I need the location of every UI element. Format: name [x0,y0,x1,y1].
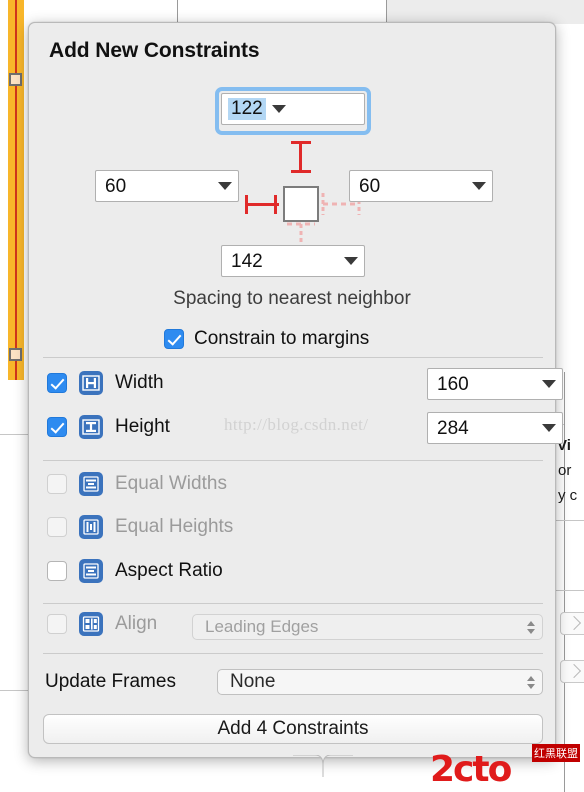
width-label: Width [115,372,164,393]
spacing-right-value: 60 [359,175,381,197]
add-constraints-button[interactable]: Add 4 Constraints [43,714,543,744]
spacing-top-field[interactable]: 122 [221,93,365,125]
align-label: Align [115,613,158,634]
spacing-bottom-dropdown-arrow[interactable] [338,257,364,265]
spacing-top-value: 122 [228,98,266,120]
spacing-top-dropdown-arrow[interactable] [266,105,292,113]
site-watermark-cn: 红黑联盟 [532,744,580,762]
popover-tail [293,755,353,779]
inspector-fragment-two: or [558,462,572,479]
canvas-rule-left-2 [0,690,28,691]
equal-widths-label: Equal Widths [115,473,227,494]
constraint-diagram: 122 60 60 142 [29,23,557,323]
update-frames-popup-value: None [230,671,276,692]
update-frames-label: Update Frames [45,671,176,692]
width-value-field[interactable]: 160 [427,368,563,400]
equal-heights-row[interactable]: Equal Heights [47,515,233,539]
divider-after-spacing [43,357,543,358]
width-dropdown-arrow[interactable] [536,380,562,388]
equal-heights-icon [79,515,103,539]
constraint-line-vertical [15,0,17,380]
spacing-left-dropdown-arrow[interactable] [212,182,238,190]
canvas-rule-left [0,434,28,435]
equal-widths-icon [79,472,103,496]
add-new-constraints-popover: Add New Constraints 122 60 60 142 Spacin… [28,22,563,777]
width-checkbox[interactable] [47,373,67,393]
height-icon [79,415,103,439]
width-icon [79,371,103,395]
site-watermark: 2cto 红黑联盟 [430,742,582,790]
width-value: 160 [437,373,469,395]
spacing-bottom-field[interactable]: 142 [221,245,365,277]
divider-after-size [43,460,543,461]
beam-left-foot [274,195,277,214]
constraint-center-box [283,186,319,222]
height-row[interactable]: Height [47,415,170,439]
spacing-left-value: 60 [105,175,127,197]
spacing-bottom-value: 142 [231,250,263,272]
height-label: Height [115,416,170,437]
height-dropdown-arrow[interactable] [536,424,562,432]
spacing-caption: Spacing to nearest neighbor [173,288,411,309]
align-popup-button[interactable]: Leading Edges [192,614,543,640]
height-value: 284 [437,417,469,439]
update-frames-popup-button[interactable]: None [217,669,543,695]
canvas-divider-left [177,0,178,24]
constrain-to-margins-row[interactable]: Constrain to margins [164,328,369,350]
width-row[interactable]: Width [47,371,164,395]
inspector-stepper-2[interactable] [560,660,584,683]
aspect-ratio-label: Aspect Ratio [115,560,223,581]
align-checkbox[interactable] [47,614,67,634]
height-checkbox[interactable] [47,417,67,437]
csdn-watermark: http://blog.csdn.net/ [224,415,369,434]
aspect-ratio-checkbox[interactable] [47,561,67,581]
equal-heights-label: Equal Heights [115,516,234,537]
inspector-divider [564,372,565,792]
divider-after-relations [43,603,543,604]
site-watermark-logo: 2cto [430,749,512,790]
divider-after-align [43,653,543,654]
equal-widths-row[interactable]: Equal Widths [47,472,227,496]
equal-heights-checkbox[interactable] [47,517,67,537]
spacing-left-field[interactable]: 60 [95,170,239,202]
spacing-right-field[interactable]: 60 [349,170,493,202]
selection-handle-top[interactable] [9,73,22,86]
add-constraints-button-label: Add 4 Constraints [217,718,369,739]
constrain-to-margins-checkbox[interactable] [164,329,184,349]
constrain-to-margins-label: Constrain to margins [194,328,370,349]
inspector-stepper-1[interactable] [560,612,584,635]
update-frames-chevron-icon [520,675,542,689]
selection-handle-bottom[interactable] [9,348,22,361]
beam-top-stem[interactable] [299,141,302,173]
align-icon [79,612,103,636]
equal-widths-checkbox[interactable] [47,474,67,494]
height-value-field[interactable]: 284 [427,412,563,444]
inspector-panel-top [387,0,584,24]
inspector-fragment-three: y c [558,487,578,504]
aspect-ratio-row[interactable]: Aspect Ratio [47,559,223,583]
align-popup-value: Leading Edges [205,617,319,636]
spacing-right-dropdown-arrow[interactable] [466,182,492,190]
align-chevron-icon [520,620,542,634]
align-row[interactable]: Align [47,612,157,636]
aspect-ratio-icon [79,559,103,583]
beam-top-foot [291,170,311,173]
